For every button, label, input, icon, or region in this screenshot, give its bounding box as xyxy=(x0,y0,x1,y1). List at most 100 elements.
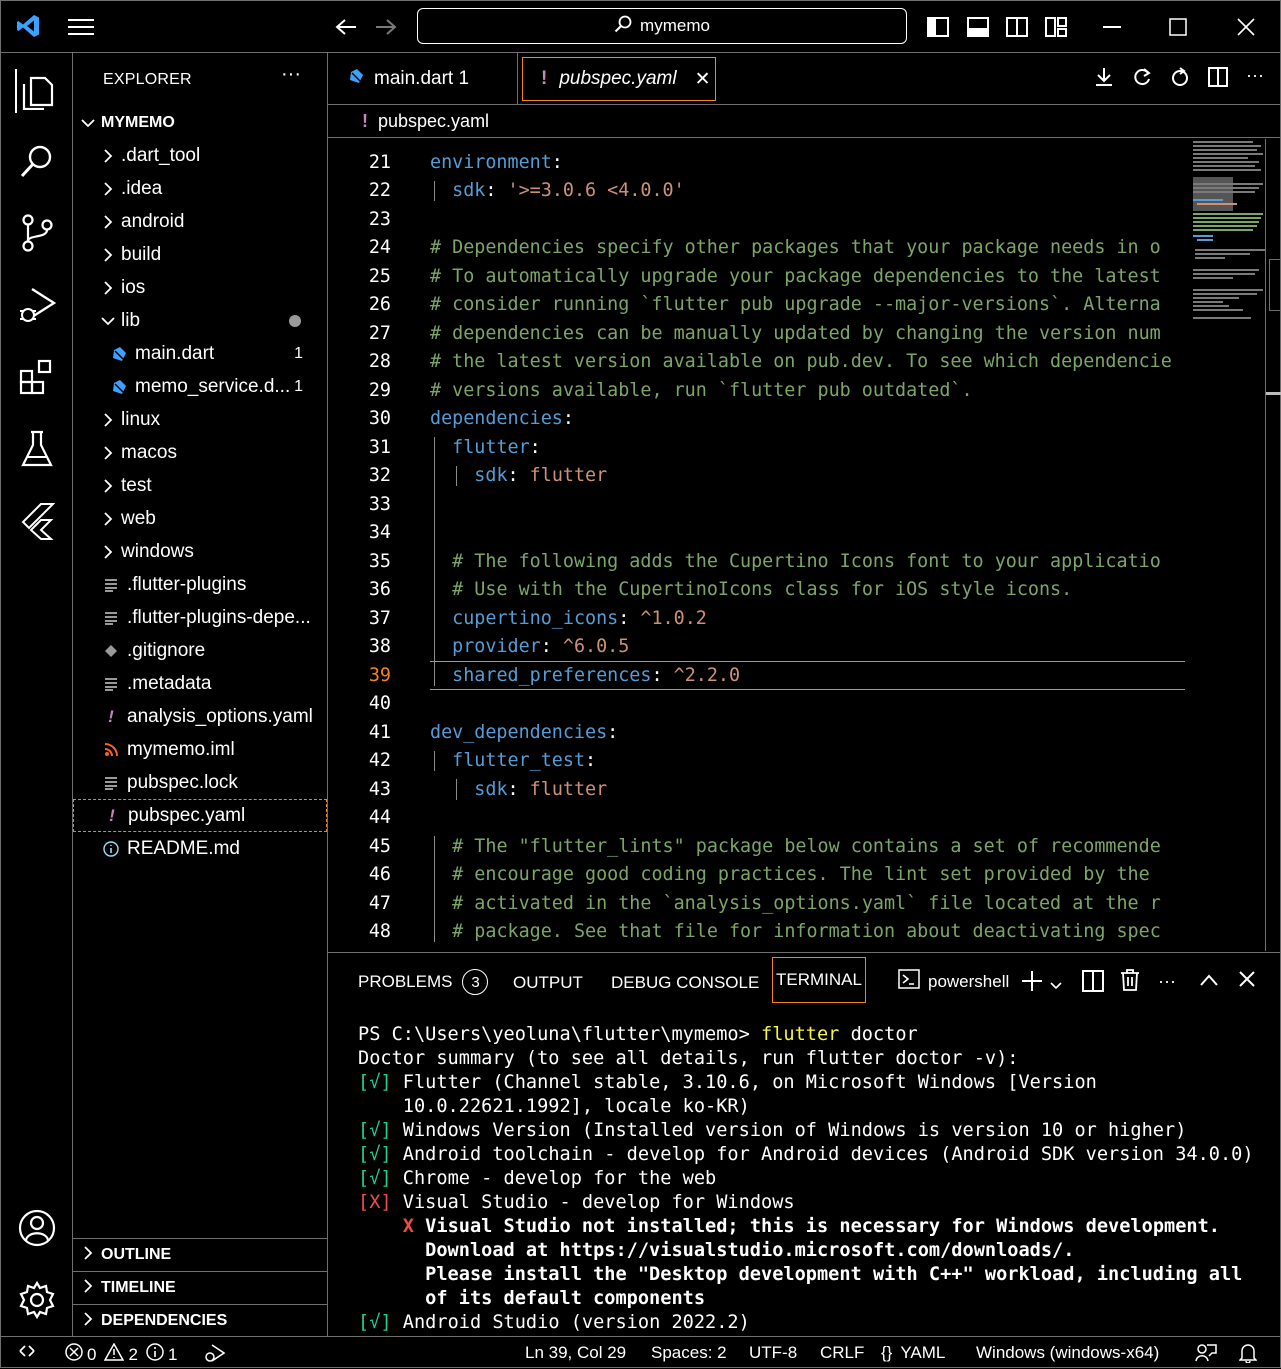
code-line[interactable]: 31 flutter: xyxy=(328,433,1188,462)
terminal-output[interactable]: PS C:\Users\yeoluna\flutter\mymemo> flut… xyxy=(358,1023,1254,1335)
flutter-icon[interactable] xyxy=(15,499,59,543)
code-line[interactable]: 40 xyxy=(328,690,1188,719)
code-line[interactable]: 35 # The following adds the Cupertino Ic… xyxy=(328,547,1188,576)
tab-debug-console[interactable]: DEBUG CONSOLE xyxy=(611,973,759,993)
code-line[interactable]: 45 # The "flutter_lints" package below c… xyxy=(328,832,1188,861)
code-line[interactable]: 24 # Dependencies specify other packages … xyxy=(328,234,1188,263)
toggle-primary-sidebar-icon[interactable] xyxy=(925,14,951,40)
tree-folder[interactable]: .idea xyxy=(73,172,327,205)
tree-file[interactable]: ! analysis_options.yaml xyxy=(73,700,327,733)
code-line[interactable]: 25 # To automatically upgrade your packag… xyxy=(328,262,1188,291)
download-icon[interactable] xyxy=(1094,67,1114,92)
notifications-bell-icon[interactable] xyxy=(1238,1343,1258,1368)
tree-folder[interactable]: web xyxy=(73,502,327,535)
tab-terminal[interactable]: TERMINAL xyxy=(772,957,866,1003)
run-debug-icon[interactable] xyxy=(15,283,59,327)
tree-file[interactable]: .gitignore xyxy=(73,634,327,667)
tree-file[interactable]: README.md xyxy=(73,832,327,865)
extensions-icon[interactable] xyxy=(15,355,59,399)
target-platform[interactable]: Windows (windows-x64) xyxy=(976,1343,1159,1363)
terminal-shell-selector[interactable]: powershell xyxy=(898,969,1009,994)
code-line[interactable]: 46 # encourage good coding practices. Th… xyxy=(328,861,1188,890)
code-line[interactable]: 47 # activated in the `analysis_options.… xyxy=(328,889,1188,918)
feedback-icon[interactable] xyxy=(1195,1343,1217,1368)
dependencies-panel[interactable]: DEPENDENCIES xyxy=(73,1304,327,1337)
close-window-icon[interactable] xyxy=(1231,14,1261,40)
tree-file[interactable]: .flutter-plugins-depe... xyxy=(73,601,327,634)
tab-main-dart[interactable]: main.dart 1 xyxy=(328,53,518,105)
explorer-icon[interactable] xyxy=(15,69,59,113)
code-line[interactable]: 33 xyxy=(328,490,1188,519)
editor-scrollbar[interactable] xyxy=(1265,139,1281,951)
maximize-icon[interactable] xyxy=(1163,14,1193,40)
tree-folder[interactable]: ios xyxy=(73,271,327,304)
code-line[interactable]: 43 sdk: flutter xyxy=(328,775,1188,804)
back-arrow-icon[interactable] xyxy=(331,13,361,41)
code-line[interactable]: 22 sdk: '>=3.0.6 <4.0.0' xyxy=(328,177,1188,206)
tree-folder[interactable]: test xyxy=(73,469,327,502)
tree-folder[interactable]: windows xyxy=(73,535,327,568)
split-editor-icon[interactable] xyxy=(1208,67,1229,92)
command-center-search[interactable]: mymemo xyxy=(417,8,907,44)
code-line[interactable]: 21 environment: xyxy=(328,148,1188,177)
code-line[interactable]: 41 dev_dependencies: xyxy=(328,718,1188,747)
code-line[interactable]: 29 # versions available, run `flutter pub… xyxy=(328,376,1188,405)
more-actions-icon[interactable]: ··· xyxy=(1246,66,1264,92)
minimize-icon[interactable] xyxy=(1097,14,1127,40)
code-line[interactable]: 36 # Use with the CupertinoIcons class f… xyxy=(328,576,1188,605)
code-line[interactable]: 30 dependencies: xyxy=(328,405,1188,434)
code-editor[interactable]: 21 environment: 22 sdk: '>=3.0.6 <4.0.0' 23… xyxy=(328,139,1188,951)
restart-icon[interactable] xyxy=(1170,67,1190,92)
tree-folder[interactable]: .dart_tool xyxy=(73,139,327,172)
tree-file[interactable]: mymemo.iml xyxy=(73,733,327,766)
close-panel-icon[interactable] xyxy=(1239,971,1255,992)
code-line[interactable]: 44 xyxy=(328,804,1188,833)
code-line[interactable]: 23 xyxy=(328,205,1188,234)
tab-output[interactable]: OUTPUT xyxy=(513,973,583,993)
tree-folder[interactable]: macos xyxy=(73,436,327,469)
more-actions-icon[interactable]: ··· xyxy=(1158,971,1176,992)
customize-layout-icon[interactable] xyxy=(1043,14,1069,40)
tree-folder[interactable]: android xyxy=(73,205,327,238)
code-line[interactable]: 37 cupertino_icons: ^1.0.2 xyxy=(328,604,1188,633)
code-line[interactable]: 27 # dependencies can be manually updated… xyxy=(328,319,1188,348)
code-line[interactable]: 32 sdk: flutter xyxy=(328,462,1188,491)
tree-file[interactable]: .metadata xyxy=(73,667,327,700)
tree-file[interactable]: main.dart 1 xyxy=(73,337,327,370)
code-line[interactable]: 42 flutter_test: xyxy=(328,747,1188,776)
tree-file[interactable]: pubspec.lock xyxy=(73,766,327,799)
toggle-panel-icon[interactable] xyxy=(965,14,991,40)
end-of-line[interactable]: CRLF xyxy=(820,1343,864,1363)
tree-folder[interactable]: linux xyxy=(73,403,327,436)
breadcrumb[interactable]: ! pubspec.yaml xyxy=(328,106,1281,138)
split-terminal-icon[interactable] xyxy=(1082,970,1104,997)
code-line[interactable]: 28 # the latest version available on pub.… xyxy=(328,348,1188,377)
settings-gear-icon[interactable] xyxy=(15,1278,59,1322)
code-line[interactable]: 34 xyxy=(328,519,1188,548)
testing-icon[interactable] xyxy=(15,427,59,471)
problems-status[interactable]: 0 2 1 xyxy=(65,1342,177,1366)
code-line[interactable]: 39 shared_preferences: ^2.2.0 xyxy=(328,661,1188,690)
scroll-thumb[interactable] xyxy=(1269,259,1281,311)
encoding[interactable]: UTF-8 xyxy=(749,1343,797,1363)
cursor-position[interactable]: Ln 39, Col 29 xyxy=(525,1343,626,1363)
refresh-icon[interactable] xyxy=(1132,67,1152,92)
forward-arrow-icon[interactable] xyxy=(371,13,401,41)
trash-icon[interactable] xyxy=(1120,969,1140,996)
chevron-down-icon[interactable] xyxy=(1050,977,1062,995)
language-mode[interactable]: {} YAML xyxy=(881,1343,945,1363)
code-line[interactable]: 48 # package. See that file for informat… xyxy=(328,918,1188,947)
new-terminal-icon[interactable] xyxy=(1020,969,1044,998)
close-tab-icon[interactable]: ✕ xyxy=(695,68,711,91)
account-icon[interactable] xyxy=(15,1206,59,1250)
search-icon[interactable] xyxy=(15,139,59,183)
toggle-secondary-sidebar-icon[interactable] xyxy=(1004,14,1030,40)
menu-hamburger-icon[interactable] xyxy=(63,13,99,41)
timeline-panel[interactable]: TIMELINE xyxy=(73,1271,327,1304)
debug-launch-icon[interactable] xyxy=(204,1343,226,1368)
tree-folder[interactable]: lib xyxy=(73,304,327,337)
outline-panel[interactable]: OUTLINE xyxy=(73,1238,327,1271)
maximize-panel-icon[interactable] xyxy=(1200,973,1218,991)
project-root[interactable]: MYMEMO xyxy=(73,106,327,139)
indentation[interactable]: Spaces: 2 xyxy=(651,1343,727,1363)
